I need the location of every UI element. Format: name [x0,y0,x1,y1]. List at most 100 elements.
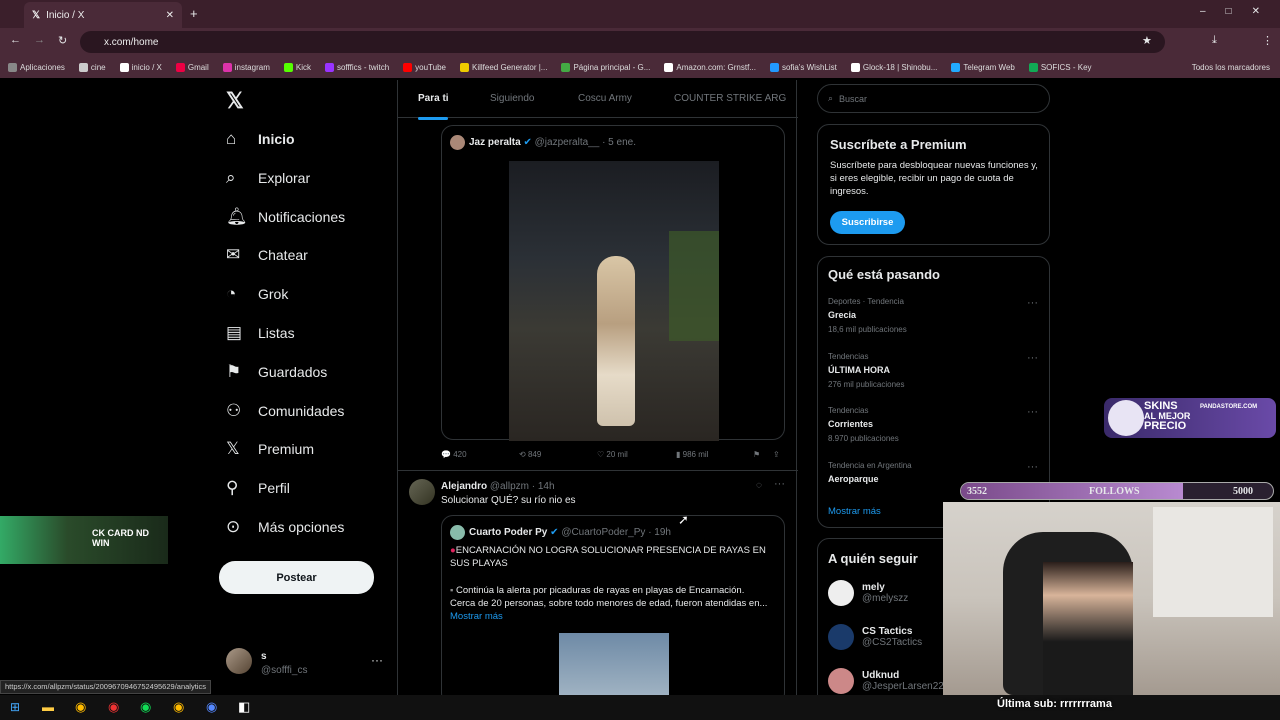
author-name: Jaz peralta [469,137,521,148]
nav-item-explorar[interactable]: ⌕ Explorar [226,168,310,188]
post-image[interactable] [509,161,719,441]
nav-item-listas[interactable]: ▤ Listas [226,323,295,343]
url-field[interactable]: x.com/home [80,31,1165,53]
show-more-trends[interactable]: Mostrar más [828,506,881,517]
bookmark-item[interactable]: Killfeed Generator |... [460,62,547,72]
windows-start-icon[interactable]: ⊞ [10,700,20,714]
bookmark-item[interactable]: Amazon.com: Grnstf... [664,62,756,72]
retweet-button[interactable]: ⟲ 849 [519,450,541,459]
window-controls[interactable]: –□✕ [1200,6,1280,17]
all-bookmarks-folder[interactable]: Todos los marcadores [1192,63,1280,72]
more-icon[interactable]: ··· [774,478,785,490]
post-image[interactable] [559,633,669,695]
bookmark-item[interactable]: instagram [222,62,270,72]
bookmark-item[interactable]: youTube [403,62,446,72]
post-button[interactable]: Postear [219,561,374,594]
author-name[interactable]: Alejandro [441,481,487,492]
chrome-active-icon[interactable]: ◉ [173,699,184,715]
browser-tab[interactable]: 𝕏 Inicio / X ✕ [24,2,182,28]
bookmark-item[interactable]: Glock-18 | Shinobu... [850,62,937,72]
follow-suggestion[interactable]: CS Tactics @CS2Tactics [828,624,922,650]
nav-item-grok[interactable]: ◔ Grok [226,284,288,304]
follow-suggestion[interactable]: Udknud @JesperLarsen222 [828,668,949,694]
address-bar-row: ← → ↻ x.com/home ★ ⤓ ⋮ [0,28,1280,56]
reload-icon[interactable]: ↻ [58,34,67,47]
nav-item-más-opciones[interactable]: ⊙ Más opciones [226,517,344,537]
tab-counter-strike[interactable]: COUNTER STRIKE ARG [674,93,786,104]
nav-item-inicio[interactable]: ⌂ Inicio [226,129,295,149]
capcut-icon[interactable]: ◧ [238,699,250,715]
browser-tab-bar: 𝕏 Inicio / X ✕ + –□✕ [0,0,1280,28]
avatar [450,135,465,150]
avatar[interactable] [409,479,435,505]
bookmark-favicon-icon [78,62,88,72]
show-more-link[interactable]: Mostrar más [450,611,503,622]
more-icon[interactable]: ··· [1027,461,1038,473]
bookmark-item[interactable]: Aplicaciones [8,62,65,72]
search-icon: ⌕ [226,167,236,187]
nav-item-perfil[interactable]: ⚲ Perfil [226,478,290,498]
file-explorer-icon[interactable]: ▬ [42,700,54,714]
nav-item-comunidades[interactable]: ⚇ Comunidades [226,401,344,421]
bookmark-item[interactable]: Kick [283,62,311,72]
quoted-post-1[interactable]: Jaz peralta ✔ @jazperalta__ · 5 ene. [441,125,785,441]
verified-icon: ✔ [550,527,559,538]
more-icon[interactable]: ··· [1027,352,1038,364]
app-icon[interactable]: ◉ [108,699,119,715]
spotify-icon[interactable]: ◉ [140,699,151,715]
account-switcher[interactable]: s @sofffi_cs ··· [226,648,386,678]
search-input[interactable]: ⌕ Buscar [817,84,1050,113]
trend-item[interactable]: Deportes · Tendencia Grecia 18,6 mil publi… [828,297,1038,334]
share-icon[interactable]: ⇪ [773,450,780,459]
back-icon[interactable]: ← [10,34,21,46]
status-url: https://x.com/allpzm/status/200967094675… [0,680,211,694]
bookmark-item[interactable]: sofia's WishList [769,62,837,72]
premium-card: Suscríbete a Premium Suscríbete para des… [817,124,1050,245]
bookmark-item[interactable]: inicio / X [119,62,162,72]
nav-item-notificaciones[interactable]: 🔔︎ Notificaciones [226,207,345,227]
like-button[interactable]: ♡ 20 mil [597,450,628,459]
nav-item-premium[interactable]: 𝕏 Premium [226,439,314,459]
reply-button[interactable]: 💬 420 [441,450,467,459]
bookmark-favicon-icon [561,62,571,72]
discord-icon[interactable]: ◉ [206,699,217,715]
avatar [450,525,465,540]
bookmark-item[interactable]: Gmail [175,62,209,72]
tab-siguiendo[interactable]: Siguiendo [490,93,534,104]
tab-para-ti[interactable]: Para ti [418,93,449,120]
avatar [828,580,854,606]
bookmark-icon: ⚑ [226,361,242,381]
bookmark-favicon-icon [119,62,129,72]
grok-icon[interactable]: ◌ [756,480,762,491]
more-icon[interactable]: ··· [371,653,383,667]
more-icon[interactable]: ··· [1027,406,1038,418]
bookmark-item[interactable]: Página principal - G... [561,62,650,72]
avatar [828,624,854,650]
close-tab-icon[interactable]: ✕ [166,10,174,21]
nav-item-chatear[interactable]: ✉ Chatear [226,245,308,265]
more-icon[interactable]: ··· [1027,297,1038,309]
follow-suggestion[interactable]: mely @melyszz [828,580,908,606]
bookmark-item[interactable]: cine [78,62,106,72]
quoted-post-2[interactable]: Cuarto Poder Py ✔ @CuartoPoder_Py · 19h … [441,515,785,705]
trend-item[interactable]: Tendencias Corrientes 8.970 publicaciones ·… [828,406,1038,443]
chrome-icon[interactable]: ◉ [75,699,86,715]
subscribe-button[interactable]: Suscribirse [830,211,905,234]
trend-item[interactable]: Tendencias ÚLTIMA HORA 276 mil publicacion… [828,352,1038,389]
new-tab-icon[interactable]: + [190,6,198,21]
forward-icon[interactable]: → [34,34,45,46]
x-logo-icon: 𝕏 [226,439,240,459]
star-icon[interactable]: ★ [1142,34,1152,47]
bookmark-item[interactable]: Telegram Web [951,62,1015,72]
views-button[interactable]: ▮ 986 mil [676,450,708,459]
verified-icon: ✔ [523,137,532,148]
tab-coscu-army[interactable]: Coscu Army [578,93,632,104]
pandastore-ad: SKINS AL MEJOR PRECIO PANDASTORE.COM [1104,398,1276,438]
bookmark-icon[interactable]: ⚑ [753,450,760,459]
bookmark-item[interactable]: SOFICS - Key [1028,62,1092,72]
download-icon[interactable]: ⤓ [1212,34,1217,47]
x-logo-icon[interactable]: 𝕏 [226,88,244,114]
bookmark-item[interactable]: sofffics - twitch [324,62,389,72]
menu-icon[interactable]: ⋮ [1262,34,1273,47]
nav-item-guardados[interactable]: ⚑ Guardados [226,362,327,382]
